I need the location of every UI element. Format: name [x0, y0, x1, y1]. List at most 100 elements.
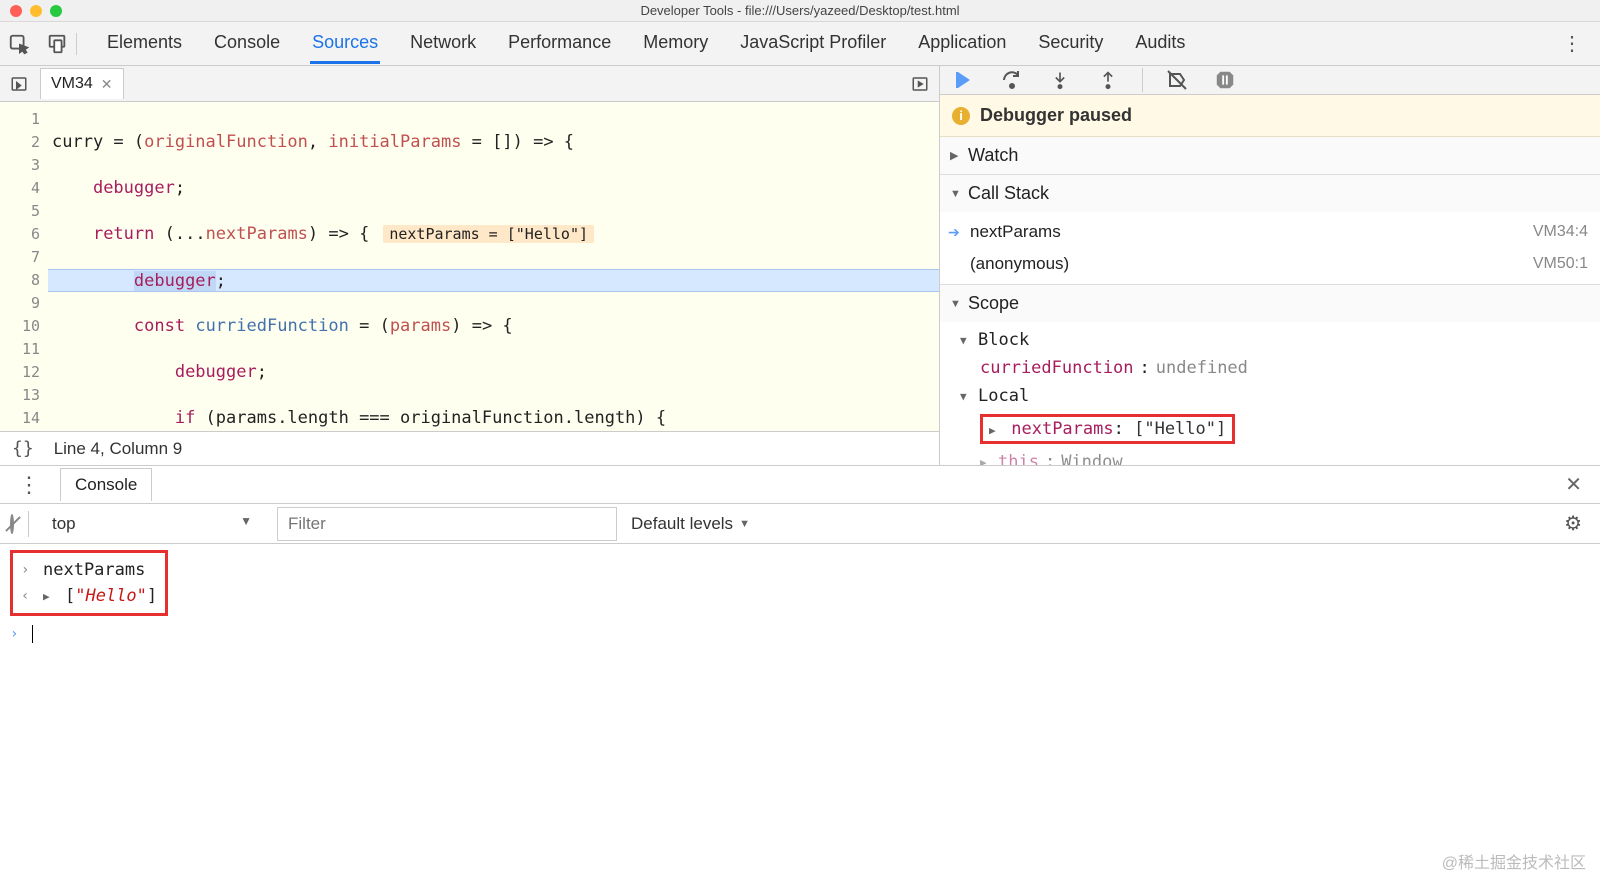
file-tabbar: VM34 ✕	[0, 66, 939, 102]
divider	[28, 511, 29, 537]
input-chevron-icon: ›	[21, 562, 33, 578]
debug-toolbar	[940, 66, 1600, 95]
close-drawer-icon[interactable]: ✕	[1555, 472, 1592, 497]
navigator-toggle-icon[interactable]	[6, 71, 32, 97]
variable-name: this	[998, 452, 1039, 465]
console-output-line: ‹ ▶ ["Hello"]	[21, 583, 157, 609]
tab-network[interactable]: Network	[408, 24, 478, 64]
tab-audits[interactable]: Audits	[1133, 24, 1187, 64]
variable-value: ["Hello"]	[1134, 419, 1226, 439]
prompt-chevron-icon: ›	[10, 626, 22, 642]
info-icon: i	[952, 107, 970, 125]
expand-icon: ▼	[950, 188, 962, 200]
console-input-text: nextParams	[43, 560, 145, 580]
resume-icon[interactable]	[950, 66, 978, 94]
inspect-element-icon[interactable]	[8, 33, 30, 55]
expand-icon: ▶	[980, 456, 992, 466]
console-output-text: ["Hello"]	[65, 586, 157, 606]
more-options-icon[interactable]: ⋮	[1552, 31, 1592, 56]
pretty-print-icon[interactable]: {}	[12, 438, 34, 459]
expand-icon[interactable]: ▶	[43, 590, 55, 603]
step-into-icon[interactable]	[1046, 66, 1074, 94]
panel-tabs: Elements Console Sources Network Perform…	[105, 24, 1187, 64]
tab-security[interactable]: Security	[1036, 24, 1105, 64]
variable-value: undefined	[1156, 358, 1248, 378]
window-titlebar: Developer Tools - file:///Users/yazeed/D…	[0, 0, 1600, 22]
scope-variable[interactable]: curriedFunction: undefined	[940, 354, 1600, 382]
scope-block-label: Block	[978, 330, 1029, 350]
expand-icon: ▼	[960, 390, 972, 403]
scope-variable[interactable]: ▶ this: Window	[940, 448, 1600, 465]
editor-pane: VM34 ✕ 1234567891011121314 curry = (orig…	[0, 66, 940, 465]
variable-value: Window	[1061, 452, 1122, 465]
pause-on-exceptions-icon[interactable]	[1211, 66, 1239, 94]
watch-section: ▶ Watch	[940, 137, 1600, 175]
frame-name: nextParams	[970, 222, 1061, 242]
file-tab-label: VM34	[51, 75, 93, 93]
expand-icon: ▼	[950, 298, 962, 310]
clear-console-icon[interactable]	[10, 516, 14, 532]
close-file-tab-icon[interactable]: ✕	[101, 76, 113, 93]
editor-statusbar: {} Line 4, Column 9	[0, 431, 939, 465]
tab-performance[interactable]: Performance	[506, 24, 613, 64]
variable-name: curriedFunction	[980, 358, 1134, 378]
call-stack-section: ▼ Call Stack nextParams VM34:4 (anonymou…	[940, 175, 1600, 285]
snippets-toggle-icon[interactable]	[907, 71, 933, 97]
console-prompt[interactable]: ›	[10, 622, 1590, 646]
variable-name: nextParams	[1011, 419, 1113, 439]
tab-jsprofiler[interactable]: JavaScript Profiler	[738, 24, 888, 64]
call-stack-header[interactable]: ▼ Call Stack	[940, 175, 1600, 212]
console-input-line: › nextParams	[21, 557, 157, 583]
code-content: curry = (originalFunction, initialParams…	[48, 102, 939, 431]
console-drawer-tab[interactable]: Console	[60, 468, 152, 501]
levels-label: Default levels	[631, 514, 733, 534]
debugger-paused-banner: i Debugger paused	[940, 95, 1600, 137]
code-editor[interactable]: 1234567891011121314 curry = (originalFun…	[0, 102, 939, 431]
debugger-pane: i Debugger paused ▶ Watch ▼ Call Stack n…	[940, 66, 1600, 465]
devtools-tabstrip: Elements Console Sources Network Perform…	[0, 22, 1600, 66]
device-toolbar-icon[interactable]	[46, 33, 68, 55]
debugger-paused-label: Debugger paused	[980, 105, 1132, 126]
frame-name: (anonymous)	[970, 254, 1069, 274]
scope-block-row[interactable]: ▼ Block	[940, 326, 1600, 354]
watch-label: Watch	[968, 145, 1018, 166]
call-stack-label: Call Stack	[968, 183, 1049, 204]
inline-value-hint: nextParams = ["Hello"]	[383, 225, 594, 243]
deactivate-breakpoints-icon[interactable]	[1163, 66, 1191, 94]
scope-label: Scope	[968, 293, 1019, 314]
console-more-icon[interactable]: ⋮	[8, 472, 50, 498]
context-selector[interactable]: top	[43, 509, 263, 539]
log-level-selector[interactable]: Default levels ▼	[631, 514, 750, 534]
frame-location: VM50:1	[1533, 255, 1588, 273]
watch-header[interactable]: ▶ Watch	[940, 137, 1600, 174]
scope-local-row[interactable]: ▼ Local	[940, 382, 1600, 410]
text-cursor	[32, 625, 33, 643]
scope-local-label: Local	[978, 386, 1029, 406]
window-title: Developer Tools - file:///Users/yazeed/D…	[0, 3, 1600, 18]
tab-application[interactable]: Application	[916, 24, 1008, 64]
output-chevron-icon: ‹	[21, 588, 33, 604]
toolbar-divider	[1142, 68, 1143, 92]
step-over-icon[interactable]	[998, 66, 1026, 94]
console-output: › nextParams ‹ ▶ ["Hello"] ›	[0, 544, 1600, 652]
chevron-down-icon: ▼	[739, 518, 750, 530]
scope-header[interactable]: ▼ Scope	[940, 285, 1600, 322]
scope-variable-highlighted[interactable]: ▶ nextParams: ["Hello"]	[940, 410, 1600, 448]
console-filter-input[interactable]	[277, 507, 617, 541]
console-toolbar: top Default levels ▼ ⚙	[0, 504, 1600, 544]
tab-sources[interactable]: Sources	[310, 24, 380, 64]
expand-icon: ▼	[960, 334, 972, 347]
tab-elements[interactable]: Elements	[105, 24, 184, 64]
frame-location: VM34:4	[1533, 223, 1588, 241]
collapse-icon: ▶	[950, 149, 962, 162]
call-stack-frame[interactable]: nextParams VM34:4	[940, 216, 1600, 248]
step-out-icon[interactable]	[1094, 66, 1122, 94]
call-stack-frame[interactable]: (anonymous) VM50:1	[940, 248, 1600, 280]
file-tab-vm34[interactable]: VM34 ✕	[40, 68, 124, 99]
console-drawer-tabbar: ⋮ Console ✕	[0, 466, 1600, 504]
tab-memory[interactable]: Memory	[641, 24, 710, 64]
tab-console[interactable]: Console	[212, 24, 282, 64]
expand-icon: ▶	[989, 424, 1001, 437]
console-settings-icon[interactable]: ⚙	[1556, 511, 1590, 536]
console-highlighted-block: › nextParams ‹ ▶ ["Hello"]	[10, 550, 168, 616]
